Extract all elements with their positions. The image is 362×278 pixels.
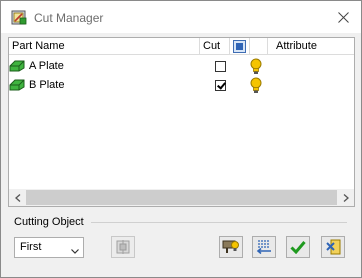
scroll-left-button[interactable] [9, 189, 26, 206]
list-item[interactable]: A Plate [9, 57, 354, 76]
ok-button[interactable] [286, 236, 310, 258]
cut-manager-dialog: Cut Manager Part Name Cut Attribute A Pl… [0, 0, 362, 278]
column-header-part-name[interactable]: Part Name [9, 38, 200, 55]
window-title: Cut Manager [34, 11, 104, 25]
close-icon [337, 11, 349, 23]
cut-checkbox[interactable] [215, 80, 226, 91]
chevron-down-icon [71, 245, 79, 257]
cutting-object-select[interactable]: First [14, 237, 84, 258]
cut-manager-app-icon [11, 10, 27, 26]
swap-list-button[interactable] [252, 236, 276, 258]
checkmark-icon [290, 241, 306, 254]
swap-list-icon [256, 240, 271, 255]
title-bar: Cut Manager [1, 1, 361, 33]
column-header-cut[interactable]: Cut [200, 38, 230, 55]
cut-all-toggle[interactable] [233, 40, 246, 53]
cancel-button[interactable] [321, 236, 345, 258]
part-name: B Plate [29, 79, 65, 91]
list-header: Part Name Cut Attribute [9, 38, 354, 55]
close-button[interactable] [325, 1, 361, 33]
parts-list[interactable]: Part Name Cut Attribute A Plate B Plate [8, 37, 355, 207]
horizontal-scrollbar[interactable] [9, 189, 354, 206]
green-part-icon [9, 59, 25, 73]
column-header-attribute-icon [250, 38, 268, 55]
group-divider [91, 222, 347, 223]
cutting-object-label: Cutting Object [14, 216, 84, 228]
list-item[interactable]: B Plate [9, 76, 354, 95]
column-header-cut-all[interactable] [230, 38, 250, 55]
scroll-thumb[interactable] [26, 190, 337, 205]
cut-checkbox[interactable] [215, 61, 226, 72]
attribute-button[interactable] [219, 236, 243, 258]
green-part-icon [9, 78, 25, 92]
chevron-left-icon [14, 193, 20, 202]
chevron-right-icon [343, 193, 349, 202]
pick-button[interactable] [111, 236, 135, 258]
lightbulb-icon[interactable] [249, 77, 263, 94]
cutting-object-value: First [20, 241, 42, 253]
pick-icon [116, 240, 130, 254]
scroll-right-button[interactable] [337, 189, 354, 206]
attribute-edit-icon [222, 240, 239, 253]
cancel-icon [326, 239, 341, 255]
column-header-attribute[interactable]: Attribute [268, 38, 354, 55]
part-name: A Plate [29, 60, 64, 72]
lightbulb-icon[interactable] [249, 58, 263, 75]
